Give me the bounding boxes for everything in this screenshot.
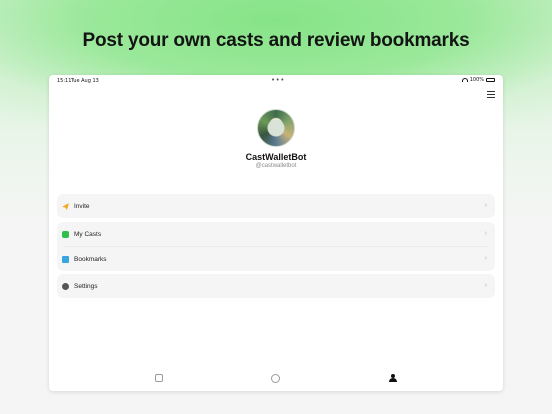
tab-profile[interactable]	[387, 373, 399, 385]
menu-item-invite[interactable]: Invite ›	[57, 194, 495, 218]
menu-item-settings[interactable]: Settings ›	[57, 274, 495, 298]
status-time: 15:11	[57, 78, 72, 84]
casts-icon	[62, 231, 69, 238]
tab-bar	[49, 367, 503, 391]
hamburger-icon[interactable]	[487, 91, 495, 98]
avatar[interactable]	[257, 109, 295, 147]
compass-icon	[271, 374, 280, 383]
chevron-right-icon: ›	[484, 255, 487, 262]
profile-username: @castwalletbot	[255, 163, 297, 169]
invite-group: Invite ›	[57, 194, 495, 218]
settings-group: Settings ›	[57, 274, 495, 298]
menu-item-label: My Casts	[74, 230, 102, 238]
chevron-right-icon: ›	[484, 202, 487, 209]
bookmark-icon	[62, 256, 69, 263]
menu-item-bookmarks[interactable]: Bookmarks ›	[57, 247, 495, 271]
paper-plane-icon	[62, 203, 69, 210]
menu-item-label: Bookmarks	[74, 255, 107, 263]
battery-percent: 100%	[469, 77, 484, 83]
chevron-right-icon: ›	[484, 230, 487, 237]
menu-item-label: Invite	[74, 202, 90, 210]
menu-item-my-casts[interactable]: My Casts ›	[57, 222, 495, 246]
battery-icon	[486, 78, 495, 82]
feed-icon	[155, 374, 163, 382]
status-indicators: 100%	[461, 77, 495, 83]
promo-headline: Post your own casts and review bookmarks	[82, 30, 470, 51]
wifi-icon	[461, 78, 468, 82]
tab-explore[interactable]	[270, 373, 282, 385]
gear-icon	[62, 283, 69, 290]
menu-item-label: Settings	[74, 282, 98, 290]
profile-display-name: CastWalletBot	[245, 152, 307, 162]
chevron-right-icon: ›	[484, 282, 487, 289]
app-screen: 15:11 Tue Aug 13 ••• 100% CastWalletBot …	[49, 75, 503, 391]
tab-feed[interactable]	[154, 373, 166, 385]
multitask-dots[interactable]: •••	[271, 76, 285, 84]
status-date: Tue Aug 13	[71, 78, 99, 84]
status-bar: 15:11 Tue Aug 13 ••• 100%	[49, 75, 503, 86]
content-group: My Casts › Bookmarks ›	[57, 222, 495, 271]
